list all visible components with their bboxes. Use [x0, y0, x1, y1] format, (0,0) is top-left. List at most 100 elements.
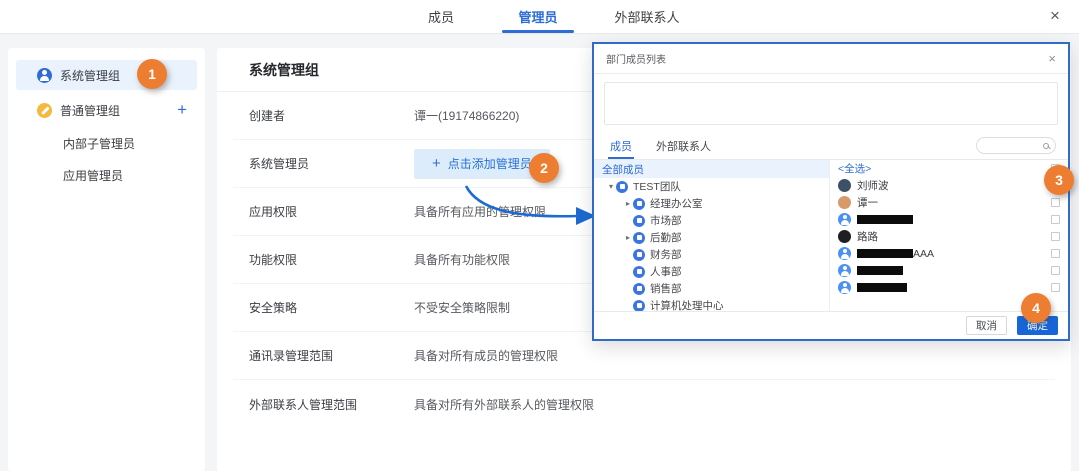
sidebar-item-app-admin[interactable]: 应用管理员 [16, 160, 197, 190]
row-label: 创建者 [249, 107, 414, 124]
sidebar-item-label: 普通管理组 [60, 102, 120, 119]
dialog-title: 部门成员列表 [606, 51, 666, 66]
plus-icon: + [432, 155, 441, 172]
department-icon [633, 249, 645, 261]
department-icon [633, 266, 645, 278]
member-checkbox[interactable] [1051, 215, 1060, 224]
row-value: 具备所有功能权限 [414, 251, 510, 268]
tree-node-label: 后勤部 [650, 230, 682, 245]
dialog-footer: 取消 确定 [594, 312, 1068, 339]
sidebar-item-label: 应用管理员 [63, 167, 123, 184]
redacted-name-bar [857, 266, 903, 275]
sidebar-item-label: 系统管理组 [60, 67, 120, 84]
tree-node[interactable]: 人事部 [594, 263, 829, 280]
tree-node-all-members[interactable]: 全部成员 [594, 160, 829, 178]
admin-group-sidebar: 系统管理组 普通管理组 + 内部子管理员 应用管理员 [8, 48, 205, 471]
annotation-badge-1: 1 [137, 59, 167, 89]
avatar [838, 196, 851, 209]
row-external-contacts-scope: 外部联系人管理范围 具备对所有外部联系人的管理权限 [233, 380, 1055, 428]
tab-external-contacts[interactable]: 外部联系人 [606, 0, 688, 33]
member-row[interactable]: AAA [830, 245, 1068, 262]
sidebar-item-system-admin-group[interactable]: 系统管理组 [16, 60, 197, 90]
member-checkbox[interactable] [1051, 232, 1060, 241]
member-picker-dialog: 部门成员列表 × 成员 外部联系人 全部成员 ▾ TEST团队 ▸ [592, 42, 1070, 341]
avatar [838, 179, 851, 192]
annotation-badge-4: 4 [1021, 293, 1051, 323]
tree-node-label: 市场部 [650, 213, 682, 228]
dialog-tab-members[interactable]: 成员 [610, 132, 632, 159]
member-row[interactable] [830, 211, 1068, 228]
tree-node[interactable]: 财务部 [594, 246, 829, 263]
annotation-badge-3: 3 [1044, 165, 1074, 195]
sidebar-item-internal-sub-admin[interactable]: 内部子管理员 [16, 128, 197, 158]
member-search-input[interactable] [976, 137, 1056, 154]
department-icon [616, 181, 628, 193]
member-row[interactable]: 刘师波 [830, 177, 1068, 194]
sidebar-item-normal-admin-group[interactable]: 普通管理组 + [16, 95, 197, 125]
member-name: 路路 [857, 229, 878, 244]
tree-node[interactable]: ▾ TEST团队 [594, 178, 829, 195]
avatar [838, 281, 851, 294]
redacted-name-bar [857, 249, 913, 258]
department-icon [633, 283, 645, 295]
caret-right-icon[interactable]: ▸ [623, 233, 633, 242]
tree-node[interactable]: ▸ 经理办公室 [594, 195, 829, 212]
row-value: 具备对所有外部联系人的管理权限 [414, 396, 594, 413]
department-icon [633, 215, 645, 227]
row-label: 功能权限 [249, 251, 414, 268]
sidebar-item-label: 内部子管理员 [63, 135, 135, 152]
member-checkbox[interactable] [1051, 283, 1060, 292]
dialog-body: 全部成员 ▾ TEST团队 ▸ 经理办公室 市场部 ▸ [594, 160, 1068, 312]
admin-settings-page: 成员 管理员 外部联系人 × 系统管理组 普通管理组 + 内部子管理员 应用管理… [0, 0, 1079, 471]
search-icon [1043, 143, 1049, 149]
row-value: 具备对所有成员的管理权限 [414, 347, 558, 364]
avatar [838, 230, 851, 243]
tree-node-label: 经理办公室 [650, 196, 703, 211]
member-checkbox[interactable] [1051, 198, 1060, 207]
tree-node-label: 财务部 [650, 247, 682, 262]
tree-node[interactable]: 计算机处理中心 [594, 297, 829, 312]
member-row[interactable]: 路路 [830, 228, 1068, 245]
row-value: 不受安全策略限制 [414, 299, 510, 316]
tree-node-label: 销售部 [650, 281, 682, 296]
dialog-close-icon[interactable]: × [1048, 51, 1056, 66]
caret-right-icon[interactable]: ▸ [623, 199, 633, 208]
tree-node[interactable]: 销售部 [594, 280, 829, 297]
row-label: 安全策略 [249, 299, 414, 316]
user-icon [37, 68, 52, 83]
row-label: 系统管理员 [249, 155, 414, 172]
member-row[interactable] [830, 262, 1068, 279]
department-icon [633, 198, 645, 210]
avatar [838, 264, 851, 277]
tree-node-label: TEST团队 [633, 179, 681, 194]
tree-node-label: 人事部 [650, 264, 682, 279]
add-group-icon[interactable]: + [177, 99, 187, 121]
select-all-row[interactable]: <全选> [830, 160, 1068, 177]
tab-members[interactable]: 成员 [410, 0, 472, 33]
tab-administrators[interactable]: 管理员 [500, 0, 576, 33]
pencil-icon [37, 103, 52, 118]
add-admin-button-label: 点击添加管理员 [448, 155, 532, 172]
member-list: <全选> 刘师波 谭一 [830, 160, 1068, 311]
tree-node[interactable]: 市场部 [594, 212, 829, 229]
member-name: 刘师波 [857, 178, 889, 193]
member-checkbox[interactable] [1051, 249, 1060, 258]
redacted-name-bar [857, 215, 913, 224]
dialog-tab-external-contacts[interactable]: 外部联系人 [656, 132, 711, 159]
annotation-arrow [440, 175, 610, 235]
annotation-badge-2: 2 [529, 153, 559, 183]
avatar [838, 247, 851, 260]
caret-down-icon[interactable]: ▾ [606, 182, 616, 191]
row-label: 通讯录管理范围 [249, 347, 414, 364]
member-row[interactable]: 谭一 [830, 194, 1068, 211]
tree-node-label: 计算机处理中心 [650, 298, 724, 312]
select-all-label: <全选> [838, 161, 871, 176]
cancel-button[interactable]: 取消 [966, 316, 1007, 335]
selected-members-box[interactable] [604, 82, 1058, 125]
close-icon[interactable]: × [1044, 5, 1066, 27]
tree-node[interactable]: ▸ 后勤部 [594, 229, 829, 246]
member-checkbox[interactable] [1051, 266, 1060, 275]
row-label: 应用权限 [249, 203, 414, 220]
avatar [838, 213, 851, 226]
member-name: AAA [913, 248, 934, 260]
